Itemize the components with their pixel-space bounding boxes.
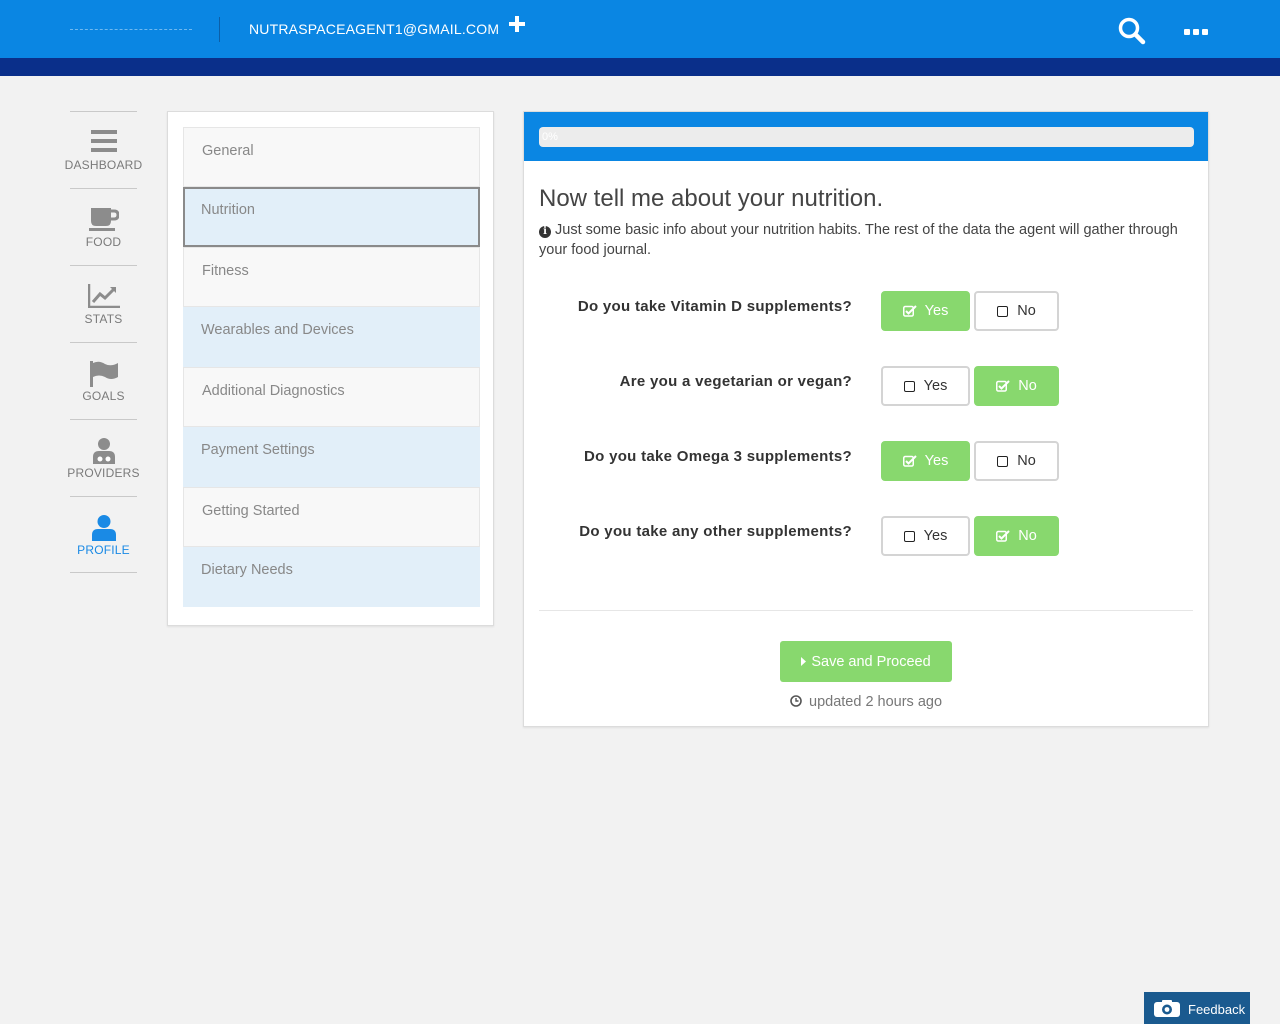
nav-label-dashboard: DASHBOARD [64, 158, 143, 172]
checkbox-empty-icon [903, 380, 915, 392]
section-item-wearables[interactable]: Wearables and Devices [183, 307, 480, 367]
search-icon[interactable] [1117, 16, 1147, 46]
checkbox-checked-icon [902, 305, 917, 317]
no-toggle-button[interactable]: No [974, 291, 1059, 331]
nav-label-profile: PROFILE [77, 543, 130, 557]
checkbox-checked-icon [902, 455, 917, 467]
form-info-text: Just some basic info about your nutritio… [539, 222, 1178, 258]
yes-label: Yes [924, 303, 949, 319]
section-item-getting-started[interactable]: Getting Started [183, 487, 480, 547]
form-panel: 0% Now tell me about your nutrition. i Ju… [523, 111, 1209, 727]
form-info: i Just some basic info about your nutriti… [539, 220, 1179, 260]
checkbox-empty-icon [997, 305, 1009, 317]
nav-label-food: FOOD [85, 235, 122, 249]
section-item-diagnostics[interactable]: Additional Diagnostics [183, 367, 480, 427]
form-divider [539, 610, 1193, 611]
feedback-button[interactable]: Feedback [1144, 992, 1250, 1024]
nav-item-food[interactable]: FOOD [70, 188, 137, 265]
yes-label: Yes [924, 453, 949, 469]
plus-icon[interactable] [508, 12, 526, 36]
progress-header: 0% [524, 112, 1208, 161]
logo[interactable] [70, 29, 192, 30]
camera-eye-icon [1154, 1000, 1180, 1017]
header-divider [219, 17, 220, 42]
caret-right-icon [801, 657, 807, 666]
line-chart-icon [87, 284, 120, 308]
nav-item-dashboard[interactable]: DASHBOARD [65, 111, 142, 188]
doctor-icon [92, 438, 115, 464]
coffee-cup-icon [88, 208, 119, 231]
form-title: Now tell me about your nutrition. [539, 185, 884, 212]
yes-label: Yes [923, 528, 948, 544]
nav-label-providers: PROVIDERS [67, 466, 140, 480]
nav-label-goals: GOALS [82, 389, 125, 403]
question-label: Do you take Omega 3 supplements? [584, 448, 852, 465]
checkbox-checked-icon [996, 380, 1010, 392]
progress-bar: 0% [539, 127, 1194, 147]
progress-text: 0% [542, 131, 558, 143]
section-item-payment[interactable]: Payment Settings [183, 427, 480, 487]
nav-item-stats[interactable]: STATS [70, 265, 137, 342]
yes-toggle-button[interactable]: Yes [881, 516, 970, 556]
no-toggle-button[interactable]: No [974, 366, 1059, 406]
header-strip [0, 58, 1280, 76]
top-bar: NUTRASPACEAGENT1@GMAIL.COM [0, 0, 1280, 58]
section-list: General Nutrition Fitness Wearables and … [183, 127, 480, 607]
user-icon [91, 515, 116, 541]
question-label: Do you take any other supplements? [579, 523, 852, 540]
save-and-proceed-button[interactable]: Save and Proceed [780, 641, 952, 682]
no-toggle-button[interactable]: No [974, 441, 1059, 481]
no-toggle-button[interactable]: No [974, 516, 1059, 556]
section-item-fitness[interactable]: Fitness [183, 247, 480, 307]
no-label: No [1018, 528, 1037, 544]
checkbox-empty-icon [997, 455, 1009, 467]
yes-toggle-button[interactable]: Yes [881, 291, 970, 331]
nav-item-profile[interactable]: PROFILE [70, 496, 137, 573]
yes-toggle-button[interactable]: Yes [881, 366, 970, 406]
no-label: No [1017, 303, 1036, 319]
updated-status: updated 2 hours ago [524, 694, 1208, 710]
yes-toggle-button[interactable]: Yes [881, 441, 970, 481]
dashboard-icon [90, 130, 117, 152]
section-panel: General Nutrition Fitness Wearables and … [167, 111, 494, 626]
question-label: Are you a vegetarian or vegan? [619, 373, 852, 390]
save-button-label: Save and Proceed [811, 653, 931, 670]
updated-text: updated 2 hours ago [809, 694, 943, 710]
checkbox-checked-icon [996, 530, 1010, 542]
info-icon: i [539, 226, 551, 238]
nav-item-goals[interactable]: GOALS [70, 342, 137, 419]
no-label: No [1017, 453, 1036, 469]
section-item-dietary-needs[interactable]: Dietary Needs [183, 547, 480, 607]
nav-item-providers[interactable]: PROVIDERS [67, 419, 140, 496]
question-label: Do you take Vitamin D supplements? [577, 298, 852, 315]
clock-icon [790, 695, 802, 707]
ellipsis-icon[interactable] [1184, 24, 1208, 35]
flag-icon [89, 361, 118, 387]
no-label: No [1018, 378, 1037, 394]
account-email[interactable]: NUTRASPACEAGENT1@GMAIL.COM [249, 21, 499, 37]
checkbox-empty-icon [903, 530, 915, 542]
section-item-general[interactable]: General [183, 127, 480, 187]
feedback-label: Feedback [1188, 1002, 1246, 1017]
section-item-nutrition[interactable]: Nutrition [183, 187, 480, 247]
nav-label-stats: STATS [84, 312, 123, 326]
yes-label: Yes [923, 378, 948, 394]
left-nav: DASHBOARD FOOD STATS GOALS PROVIDERS PRO… [65, 111, 142, 573]
